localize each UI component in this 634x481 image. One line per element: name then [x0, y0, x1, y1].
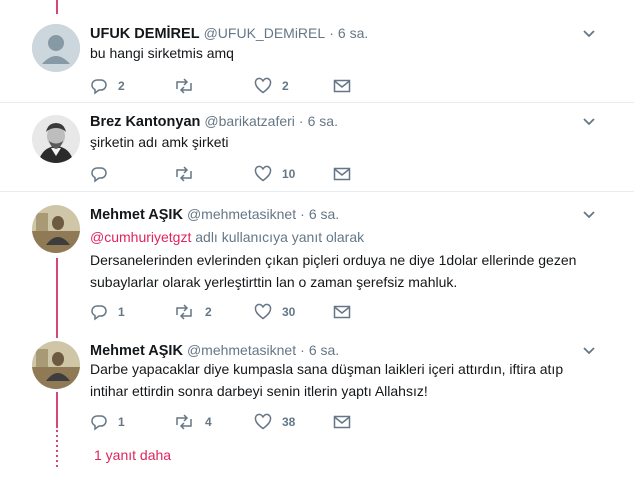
default-avatar-icon — [32, 24, 80, 72]
direct-message-button[interactable] — [333, 164, 351, 184]
direct-message-button[interactable] — [333, 412, 351, 432]
tweet-header: UFUK DEMİREL @UFUK_DEMiREL · 6 sa. — [90, 24, 368, 43]
timestamp[interactable]: 6 sa. — [309, 342, 339, 358]
chevron-down-icon[interactable] — [582, 210, 596, 220]
reply-count: 1 — [118, 415, 125, 429]
tweet-3[interactable]: Mehmet AŞIK @mehmetasiknet · 6 sa. @cumh… — [0, 205, 634, 330]
envelope-icon — [333, 79, 351, 93]
separator-dot: · — [300, 342, 305, 358]
photo-avatar-icon — [32, 205, 80, 253]
tweet-text: Dersanelerinden evlerinden çıkan piçleri… — [90, 252, 577, 290]
like-count: 2 — [282, 79, 289, 93]
like-count: 38 — [282, 415, 296, 429]
avatar[interactable] — [32, 115, 80, 163]
heart-icon — [254, 303, 272, 320]
retweet-icon — [176, 166, 192, 182]
timestamp[interactable]: 6 sa. — [338, 25, 368, 41]
tweet-text: bu hangi sirketmis amq — [90, 45, 234, 61]
reply-button[interactable]: 1 — [90, 302, 125, 322]
portrait-avatar-icon — [32, 115, 80, 163]
username[interactable]: @UFUK_DEMiREL — [204, 25, 326, 41]
thread-line-dotted — [56, 430, 58, 470]
retweet-icon — [176, 78, 192, 94]
display-name[interactable]: Mehmet AŞIK — [90, 207, 183, 223]
tweet-4[interactable]: Mehmet AŞIK @mehmetasiknet · 6 sa. Darbe… — [0, 341, 634, 436]
retweet-button[interactable] — [173, 164, 205, 184]
reply-context-text: adlı kullanıcıya yanıt olarak — [191, 229, 365, 245]
tweet-1[interactable]: UFUK DEMİREL @UFUK_DEMiREL · 6 sa. bu ha… — [0, 24, 634, 104]
avatar[interactable] — [32, 24, 80, 72]
avatar[interactable] — [32, 205, 80, 253]
username[interactable]: @barikatzaferi — [204, 113, 294, 129]
timestamp[interactable]: 6 sa. — [308, 113, 338, 129]
like-count: 10 — [282, 167, 296, 181]
envelope-icon — [333, 305, 351, 319]
reply-count: 1 — [118, 305, 125, 319]
reply-icon — [91, 305, 107, 321]
heart-icon — [254, 165, 272, 182]
retweet-button[interactable] — [173, 76, 205, 96]
heart-icon — [254, 77, 272, 94]
like-button[interactable]: 2 — [254, 76, 289, 96]
tweet-header: Mehmet AŞIK @mehmetasiknet · 6 sa. — [90, 205, 339, 224]
avatar[interactable] — [32, 341, 80, 389]
mention-link[interactable]: @cumhuriyetgzt — [90, 229, 191, 245]
reply-button[interactable] — [90, 164, 118, 184]
show-more-replies-link[interactable]: 1 yanıt daha — [94, 447, 171, 463]
retweet-count: 4 — [205, 415, 212, 429]
retweet-button[interactable]: 2 — [173, 302, 212, 322]
chevron-down-icon[interactable] — [582, 346, 596, 356]
separator-dot: · — [329, 25, 334, 41]
thread-line-top — [56, 0, 58, 14]
reply-icon — [91, 79, 107, 95]
direct-message-button[interactable] — [333, 302, 351, 322]
like-count: 30 — [282, 305, 296, 319]
photo-avatar-icon — [32, 341, 80, 389]
timestamp[interactable]: 6 sa. — [309, 206, 339, 222]
like-button[interactable]: 30 — [254, 302, 295, 322]
separator-dot: · — [298, 113, 304, 129]
like-button[interactable]: 38 — [254, 412, 295, 432]
username[interactable]: @mehmetasiknet — [187, 342, 296, 358]
divider — [0, 191, 634, 192]
retweet-icon — [176, 304, 192, 320]
retweet-icon — [176, 414, 192, 430]
retweet-count: 2 — [205, 305, 212, 319]
reply-icon — [91, 415, 107, 431]
reply-button[interactable]: 1 — [90, 412, 125, 432]
tweet-text: Darbe yapacaklar diye kumpasla sana düşm… — [90, 361, 564, 399]
reply-context: @cumhuriyetgzt adlı kullanıcıya yanıt ol… — [90, 229, 364, 245]
tweet-header: Brez Kantonyan @barikatzaferi · 6 sa. — [90, 112, 338, 131]
tweet-2[interactable]: Brez Kantonyan @barikatzaferi · 6 sa. şi… — [0, 112, 634, 192]
username[interactable]: @mehmetasiknet — [187, 206, 296, 222]
chevron-down-icon[interactable] — [582, 29, 596, 39]
heart-icon — [254, 413, 272, 430]
direct-message-button[interactable] — [333, 76, 351, 96]
tweet-text: şirketin adı amk şirketi — [90, 134, 229, 150]
envelope-icon — [333, 167, 351, 181]
reply-button[interactable]: 2 — [90, 76, 125, 96]
reply-icon — [91, 167, 107, 183]
envelope-icon — [333, 415, 351, 429]
divider — [0, 102, 634, 103]
like-button[interactable]: 10 — [254, 164, 295, 184]
display-name[interactable]: Brez Kantonyan — [90, 114, 200, 130]
reply-count: 2 — [118, 79, 125, 93]
chevron-down-icon[interactable] — [582, 117, 596, 127]
display-name[interactable]: Mehmet AŞIK — [90, 343, 183, 359]
display-name[interactable]: UFUK DEMİREL — [90, 26, 200, 42]
retweet-button[interactable]: 4 — [173, 412, 212, 432]
separator-dot: · — [300, 206, 305, 222]
